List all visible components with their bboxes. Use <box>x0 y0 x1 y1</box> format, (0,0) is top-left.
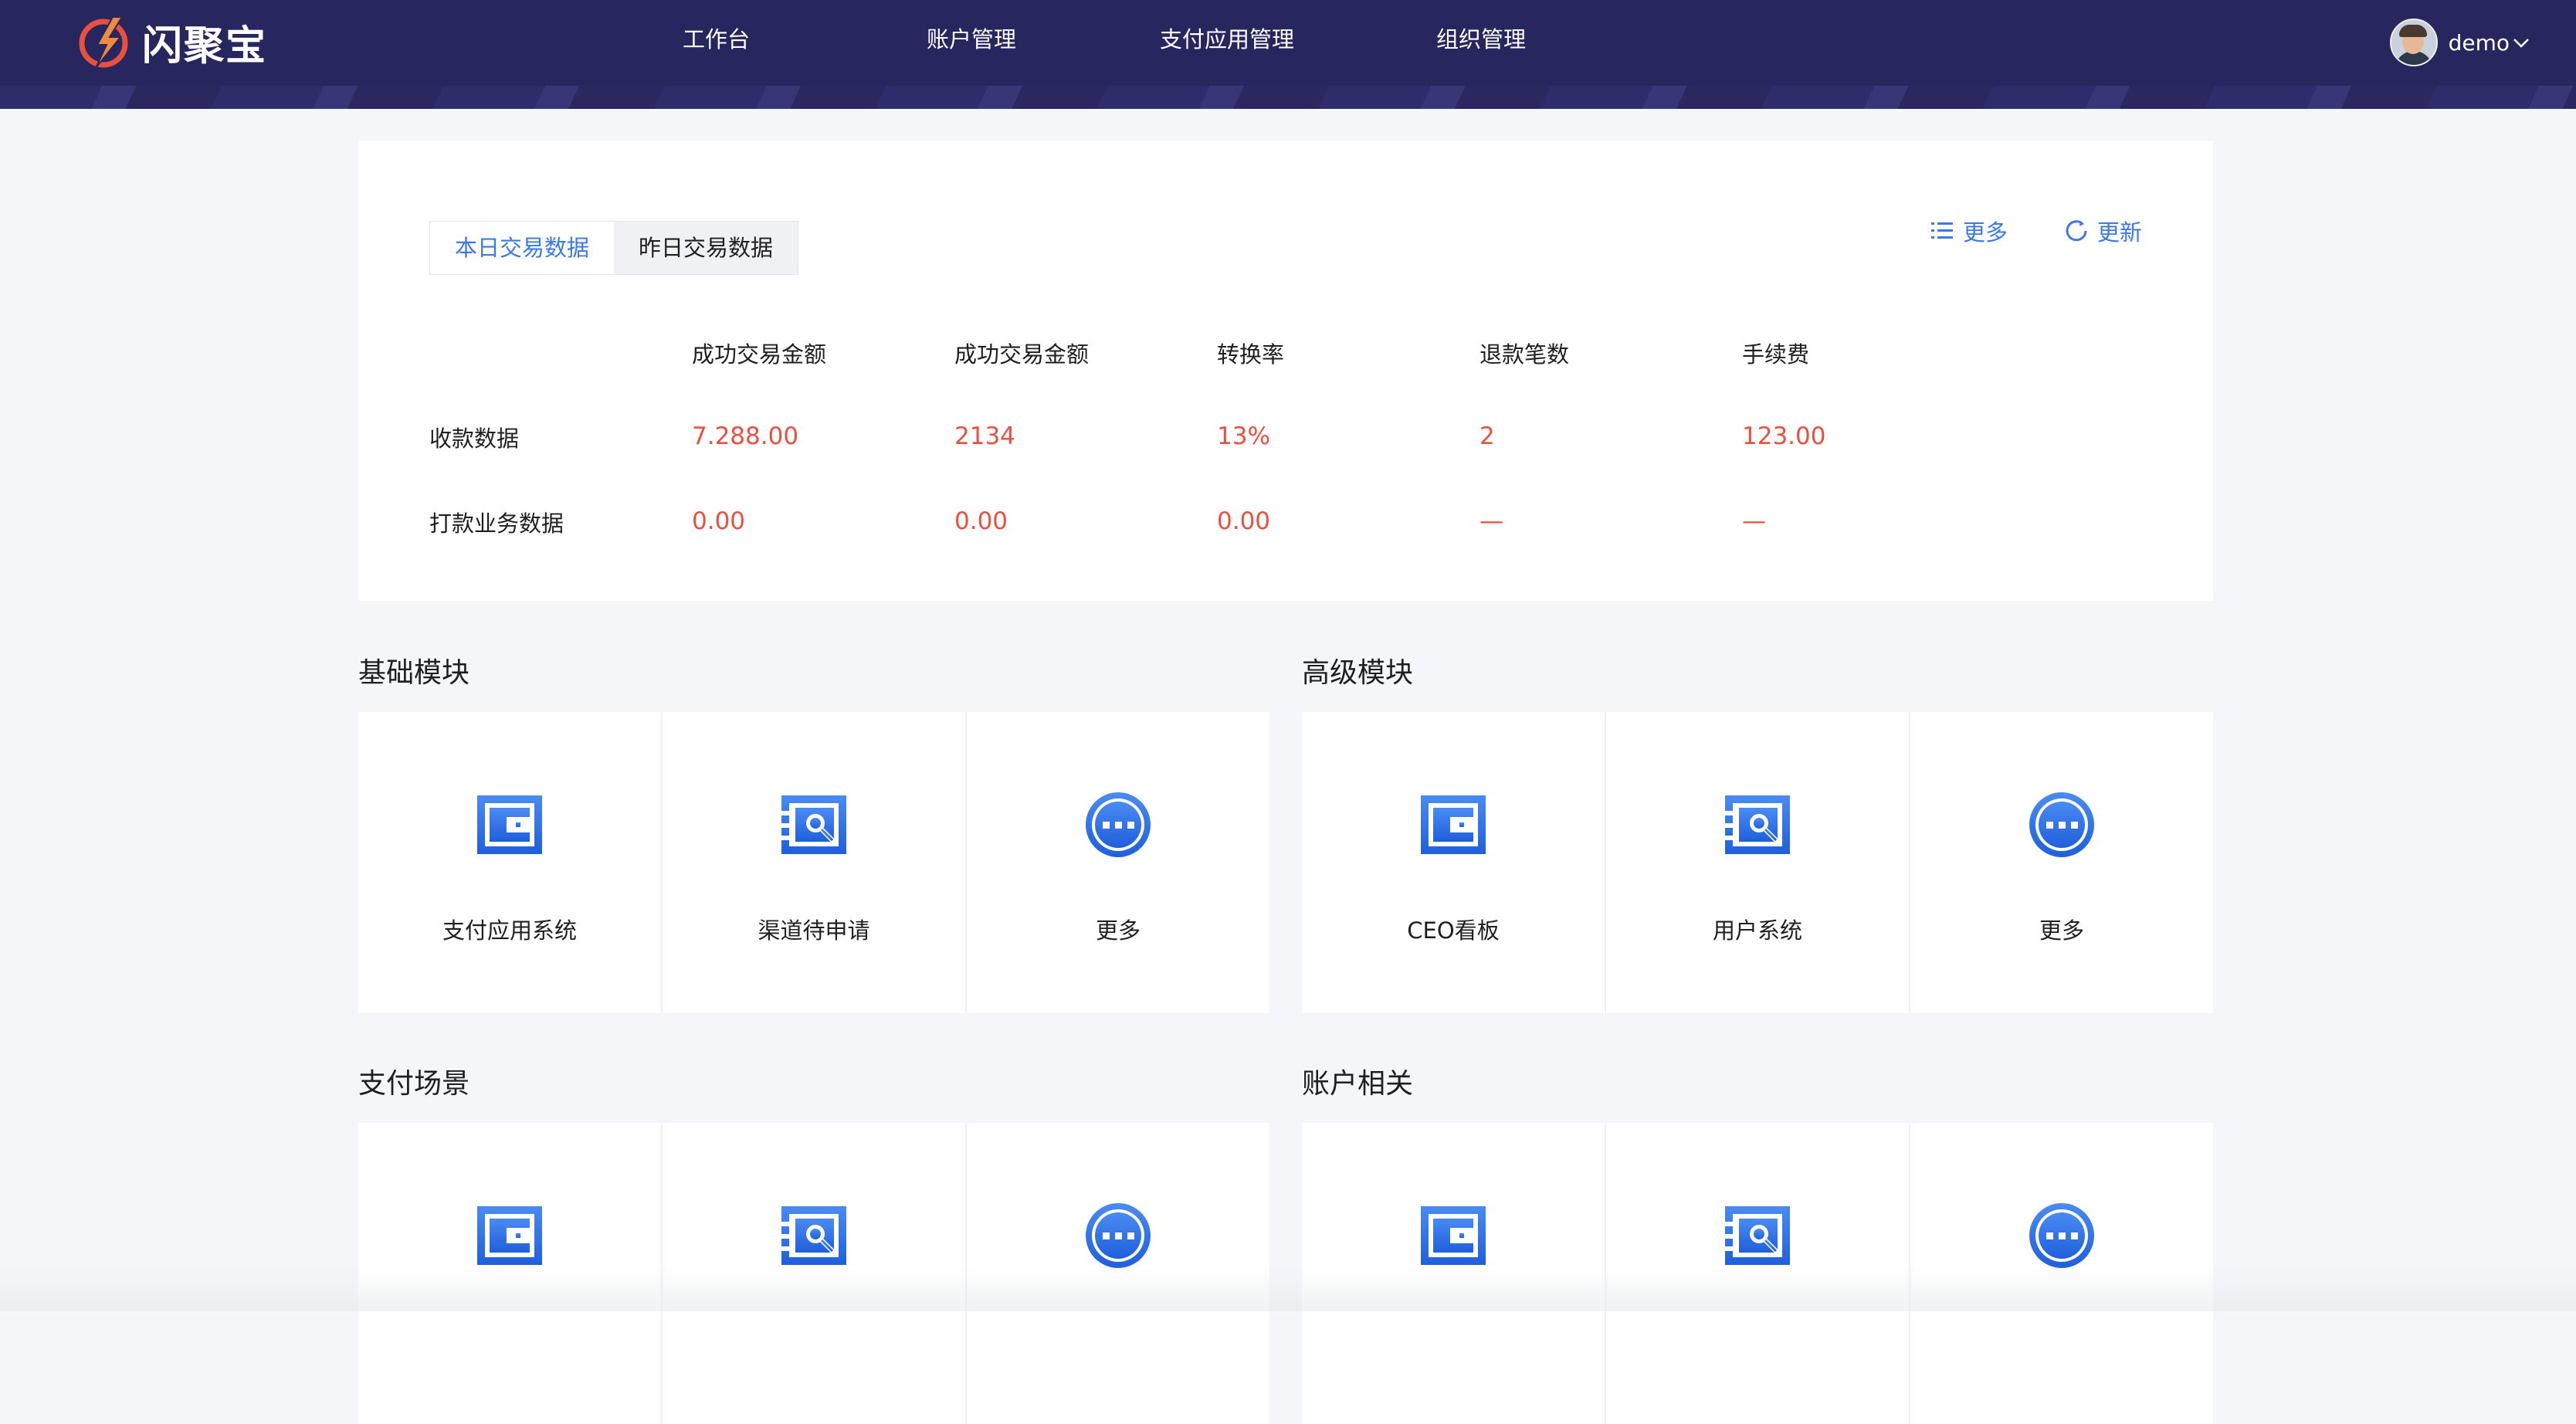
tile-user-system[interactable]: 用户系统 <box>1606 712 1910 1013</box>
more-icon <box>1086 1203 1151 1268</box>
row-label: 打款业务数据 <box>429 510 564 537</box>
tile-label: 支付应用系统 <box>442 917 577 944</box>
tab-today-data[interactable]: 本日交易数据 <box>430 222 615 274</box>
tile-label: 用户系统 <box>1712 917 1802 944</box>
nav-label: 账户管理 <box>927 26 1017 53</box>
user-menu[interactable]: demo <box>2389 19 2530 66</box>
stat-value: — <box>1742 507 1766 535</box>
nav-account-management[interactable]: 账户管理 <box>927 22 1016 56</box>
wallet-icon <box>1421 1206 1486 1265</box>
stat-value: 13% <box>1217 422 1270 450</box>
section-title-basic-modules: 基础模块 <box>358 657 470 689</box>
more-button[interactable]: 更多 <box>1930 215 2008 247</box>
wallet-icon <box>477 795 542 854</box>
card-actions: 更多 更新 <box>1930 215 2142 247</box>
wallet-icon <box>477 1206 542 1265</box>
tile-ceo-dashboard[interactable]: CEO看板 <box>1302 712 1606 1013</box>
refresh-button[interactable]: 更新 <box>2065 215 2142 247</box>
stat-value: 7.288.00 <box>692 422 799 450</box>
more-icon <box>1086 792 1151 857</box>
stat-value: 2134 <box>954 422 1015 450</box>
search-doc-icon <box>781 795 846 854</box>
lightning-logo-icon <box>79 16 128 69</box>
tile-label: CEO看板 <box>1407 917 1500 944</box>
column-header: 成功交易金额 <box>692 341 827 368</box>
tile-label: 更多 <box>1095 917 1141 944</box>
stat-value: — <box>1480 507 1503 535</box>
username: demo <box>2448 29 2510 56</box>
column-header: 成功交易金额 <box>954 341 1090 368</box>
tile-label: 渠道待申请 <box>758 917 870 944</box>
brand-name: 闪聚宝 <box>142 22 268 70</box>
avatar <box>2389 19 2438 66</box>
basic-modules-panel: 支付应用系统 渠道待申请 更多 <box>358 712 1269 1013</box>
search-doc-icon <box>1725 1206 1790 1265</box>
section-title-payment-scenarios: 支付场景 <box>358 1068 470 1100</box>
column-header: 转换率 <box>1217 341 1285 368</box>
tab-yesterday-data[interactable]: 昨日交易数据 <box>614 222 798 274</box>
more-label: 更多 <box>1962 219 2008 246</box>
chevron-down-icon <box>2513 32 2530 53</box>
wallet-icon <box>1421 795 1486 854</box>
refresh-label: 更新 <box>2096 219 2142 246</box>
nav-payment-app-management[interactable]: 支付应用管理 <box>1160 22 1294 56</box>
nav-label: 组织管理 <box>1436 26 1527 53</box>
column-header: 手续费 <box>1742 341 1810 368</box>
stat-value: 123.00 <box>1742 422 1826 450</box>
header-decoration <box>0 86 2576 109</box>
tile-label: 更多 <box>2039 917 2084 944</box>
nav-workbench[interactable]: 工作台 <box>683 22 750 56</box>
stat-value: 2 <box>1480 422 1495 450</box>
stat-value: 0.00 <box>954 507 1008 535</box>
nav-organization-management[interactable]: 组织管理 <box>1436 22 1526 56</box>
tile-channel-pending[interactable]: 渠道待申请 <box>663 712 967 1013</box>
column-header: 退款笔数 <box>1480 341 1570 368</box>
more-icon <box>2029 1203 2094 1268</box>
row-label: 收款数据 <box>429 426 520 452</box>
search-doc-icon <box>781 1206 846 1265</box>
stat-value: 0.00 <box>1217 507 1271 535</box>
transaction-data-card: 本日交易数据 昨日交易数据 更多 更新 成功交易金额 成功交易金额 转换率 退款… <box>358 141 2213 601</box>
bottom-shadow <box>0 1265 2576 1311</box>
list-icon <box>1930 222 1953 239</box>
data-tabs: 本日交易数据 昨日交易数据 <box>429 221 799 275</box>
advanced-modules-panel: CEO看板 用户系统 更多 <box>1302 712 2213 1013</box>
nav-label: 支付应用管理 <box>1160 26 1295 53</box>
tile-payment-app-system[interactable]: 支付应用系统 <box>358 712 663 1013</box>
tile-more[interactable]: 更多 <box>967 712 1269 1013</box>
nav-label: 工作台 <box>683 26 751 53</box>
search-doc-icon <box>1725 795 1790 854</box>
more-icon <box>2029 792 2094 857</box>
refresh-icon <box>2066 220 2087 242</box>
section-title-account-related: 账户相关 <box>1302 1068 1414 1100</box>
section-title-advanced-modules: 高级模块 <box>1302 657 1414 689</box>
tile-more[interactable]: 更多 <box>1910 712 2213 1013</box>
stat-value: 0.00 <box>692 507 746 535</box>
brand-logo[interactable]: 闪聚宝 <box>74 11 267 73</box>
top-navbar: 闪聚宝 工作台 账户管理 支付应用管理 组织管理 demo <box>0 0 2576 109</box>
